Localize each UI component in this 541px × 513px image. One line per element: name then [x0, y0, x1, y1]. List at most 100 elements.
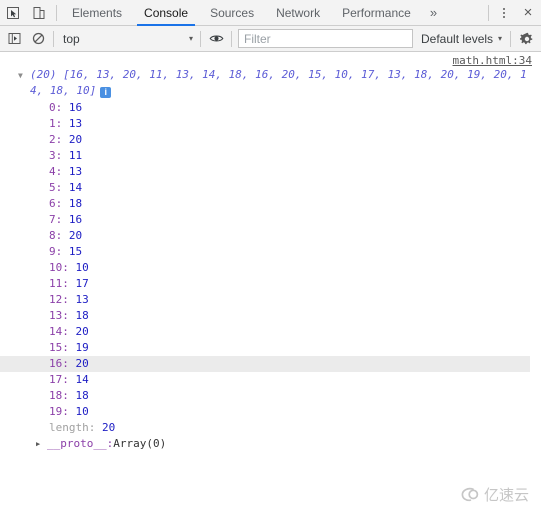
devtools-tabbar: Elements Console Sources Network Perform… — [0, 0, 541, 26]
inspect-element-icon[interactable] — [0, 1, 26, 25]
array-property-value: 20 — [68, 325, 89, 338]
array-property-value: 11 — [62, 149, 83, 162]
array-property-value: 19 — [68, 341, 89, 354]
array-property-row[interactable]: 15: 19 — [0, 340, 541, 356]
array-property-key: 14: — [49, 325, 69, 338]
tab-elements[interactable]: Elements — [61, 0, 133, 26]
array-property-key: 8: — [49, 229, 63, 242]
array-property-row[interactable]: 10: 10 — [0, 260, 541, 276]
chevron-down-icon: ▾ — [188, 34, 193, 43]
array-property-row[interactable]: 11: 17 — [0, 276, 541, 292]
array-property-key: 5: — [49, 181, 63, 194]
array-length-value: 20 — [95, 421, 116, 434]
console-sidebar-icon[interactable] — [2, 28, 26, 50]
array-property-row[interactable]: 6: 18 — [0, 196, 541, 212]
tab-overflow-label: » — [429, 5, 438, 20]
settings-gear-icon[interactable] — [515, 28, 539, 50]
expand-triangle-icon[interactable] — [36, 436, 47, 452]
tab-label: Performance — [342, 5, 411, 20]
tab-sources[interactable]: Sources — [199, 0, 265, 26]
array-property-row[interactable]: 3: 11 — [0, 148, 541, 164]
array-length-row[interactable]: length: 20 — [0, 420, 541, 436]
array-proto-key: __proto__: — [47, 437, 114, 450]
array-property-row[interactable]: 5: 14 — [0, 180, 541, 196]
array-property-value: 13 — [68, 293, 89, 306]
array-proto-value: Array(0) — [113, 437, 167, 450]
array-property-value: 16 — [62, 101, 83, 114]
array-property-key: 3: — [49, 149, 63, 162]
array-property-value: 17 — [68, 277, 89, 290]
tab-console[interactable]: Console — [133, 0, 199, 26]
array-property-key: 11: — [49, 277, 69, 290]
filter-input[interactable]: Filter — [238, 29, 413, 48]
close-label: × — [523, 4, 533, 21]
array-property-row[interactable]: 9: 15 — [0, 244, 541, 260]
array-property-value: 20 — [62, 229, 83, 242]
console-message-list[interactable]: math.html:34 (20) [16, 13, 20, 11, 13, 1… — [0, 52, 541, 454]
array-property-value: 13 — [62, 117, 83, 130]
tabbar-right-divider — [488, 4, 489, 21]
array-property-key: 7: — [49, 213, 63, 226]
live-expression-eye-icon[interactable] — [204, 28, 228, 50]
array-property-value: 13 — [62, 165, 83, 178]
tab-performance[interactable]: Performance — [331, 0, 422, 26]
expand-triangle-icon[interactable] — [18, 68, 30, 84]
tab-label: Console — [144, 5, 189, 20]
array-property-key: 15: — [49, 341, 69, 354]
array-property-row[interactable]: 2: 20 — [0, 132, 541, 148]
array-property-row[interactable]: 0: 16 — [0, 100, 541, 116]
tabbar-divider — [56, 4, 57, 21]
watermark-logo-icon — [461, 487, 479, 502]
array-property-row[interactable]: 17: 14 — [0, 372, 541, 388]
array-property-value: 18 — [68, 309, 89, 322]
clear-console-icon[interactable] — [26, 28, 50, 50]
array-property-key: 16: — [49, 357, 69, 370]
array-property-value: 20 — [68, 357, 89, 370]
array-property-row[interactable]: 4: 13 — [0, 164, 541, 180]
array-property-row[interactable]: 18: 18 — [0, 388, 541, 404]
array-property-key: 17: — [49, 373, 69, 386]
array-property-value: 18 — [62, 197, 83, 210]
array-preview-text: (20) [16, 13, 20, 11, 13, 14, 18, 16, 20… — [30, 67, 529, 99]
execution-context-selector[interactable]: top ▾ — [57, 29, 197, 49]
array-property-key: 12: — [49, 293, 69, 306]
device-toolbar-icon[interactable] — [26, 1, 52, 25]
source-link[interactable]: math.html:34 — [453, 54, 532, 67]
watermark: 亿速云 — [460, 484, 529, 505]
array-property-value: 14 — [68, 373, 89, 386]
array-property-row[interactable]: 7: 16 — [0, 212, 541, 228]
array-property-row[interactable]: 14: 20 — [0, 324, 541, 340]
array-property-row[interactable]: 8: 20 — [0, 228, 541, 244]
array-property-key: 1: — [49, 117, 63, 130]
array-property-value: 15 — [62, 245, 83, 258]
tab-overflow-chevron-icon[interactable]: » — [422, 0, 445, 26]
chevron-down-icon: ▾ — [498, 34, 503, 43]
console-message-array[interactable]: math.html:34 (20) [16, 13, 20, 11, 13, 1… — [0, 52, 541, 454]
array-property-row[interactable]: 13: 18 — [0, 308, 541, 324]
log-levels-selector[interactable]: Default levels ▾ — [416, 29, 507, 49]
array-property-key: 18: — [49, 389, 69, 402]
array-properties-list: 0: 16 1: 13 2: 20 3: 11 4: 13 5: 14 6: 18 7: 16… — [0, 100, 541, 452]
array-property-value: 16 — [62, 213, 83, 226]
console-toolbar: top ▾ Filter Default levels ▾ — [0, 26, 541, 52]
array-property-row[interactable]: 16: 20 — [0, 356, 530, 372]
tab-network[interactable]: Network — [265, 0, 331, 26]
array-proto-row[interactable]: __proto__: Array(0) — [0, 436, 541, 452]
array-property-key: 13: — [49, 309, 69, 322]
tab-label: Elements — [72, 5, 123, 20]
toolbar-divider-1 — [53, 30, 54, 47]
array-property-key: 4: — [49, 165, 63, 178]
toolbar-divider-4 — [510, 30, 512, 47]
array-length-key: length: — [49, 421, 96, 434]
info-icon[interactable]: i — [100, 87, 112, 98]
more-options-icon[interactable] — [493, 2, 515, 24]
toolbar-divider-2 — [200, 30, 201, 47]
array-property-key: 6: — [49, 197, 63, 210]
array-property-row[interactable]: 1: 13 — [0, 116, 541, 132]
array-property-row[interactable]: 12: 13 — [0, 292, 541, 308]
array-property-row[interactable]: 19: 10 — [0, 404, 541, 420]
close-icon[interactable]: × — [515, 1, 541, 25]
array-property-key: 2: — [49, 133, 63, 146]
array-property-key: 0: — [49, 101, 63, 114]
log-levels-label: Default levels — [421, 31, 494, 46]
